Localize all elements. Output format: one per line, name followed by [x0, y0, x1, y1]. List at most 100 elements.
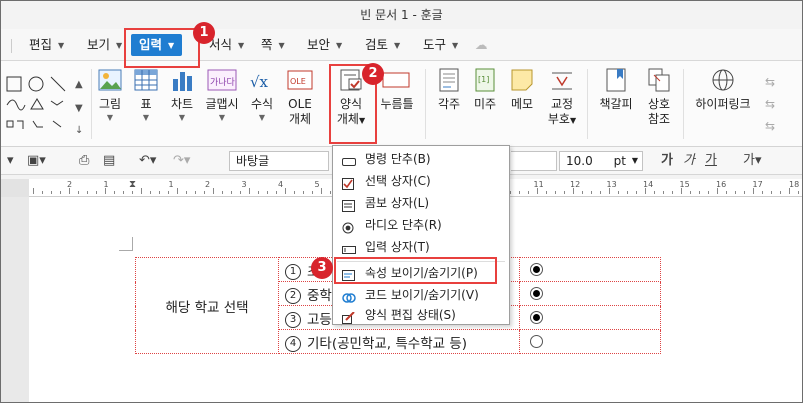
ruler-number: 11	[533, 180, 544, 189]
insert-equation-button[interactable]: √x 수식 ▼	[247, 67, 277, 124]
radio-button[interactable]	[530, 311, 543, 324]
ruler-number: 17	[752, 180, 763, 189]
footnote-button[interactable]: 각주	[433, 67, 465, 112]
menu-format[interactable]: 서식 ▼	[209, 34, 244, 56]
insert-table-label: 표	[140, 97, 152, 111]
input-box-icon	[342, 241, 356, 254]
save-icon[interactable]: ▣▾	[27, 153, 46, 169]
ruler-tick	[591, 191, 592, 194]
menu-item-command-button[interactable]: 명령 단추(B)	[333, 148, 509, 170]
cloud-icon[interactable]: ☁	[475, 34, 488, 56]
chevron-down-icon: ▼	[58, 40, 65, 50]
ruler-number: 12	[570, 180, 581, 189]
ruler-tick	[321, 188, 322, 194]
shapes-gallery[interactable]: ▲ ▼ ↓	[5, 75, 85, 139]
proofreading-label: 교정	[550, 97, 574, 111]
ruler-tick	[123, 191, 124, 194]
hyperlink-label: 하이퍼링크	[695, 97, 751, 111]
insert-chart-button[interactable]: 차트 ▼	[166, 67, 198, 124]
menu-page[interactable]: 쪽 ▼	[261, 34, 285, 56]
menu-item-checkbox[interactable]: 선택 상자(C)	[333, 170, 509, 192]
button-field-icon	[381, 67, 413, 93]
bold-button[interactable]: 가	[661, 153, 673, 169]
ruler-number: 4	[278, 180, 284, 189]
insert-table-button[interactable]: 표 ▼	[131, 67, 161, 124]
redo-icon[interactable]: ↷▾	[173, 153, 190, 169]
highlight-properties-item	[334, 257, 497, 284]
ole-icon-text: OLE	[290, 77, 306, 86]
insert-textart-button[interactable]: 가나다 글맵시 ▼	[204, 67, 240, 124]
ruler-tick	[114, 191, 115, 194]
ruler-tick	[249, 188, 250, 194]
ruler-tick	[645, 188, 646, 194]
menu-item-label: 코드 보이기/숨기기(V)	[365, 288, 479, 302]
menu-item-combo-box[interactable]: 콤보 상자(L)	[333, 192, 509, 214]
ribbon-separator	[425, 69, 426, 139]
menu-tools[interactable]: 도구 ▼	[423, 34, 458, 56]
cross-reference-label-2: 참조	[647, 112, 671, 126]
svg-text:↓: ↓	[75, 125, 83, 136]
endnote-button[interactable]: [1] 미주	[469, 67, 501, 112]
menu-item-form-edit-mode[interactable]: 양식 편집 상태(S)	[333, 304, 509, 326]
chevron-down-icon: ▼	[218, 113, 226, 122]
indent-marker-icon[interactable]: ⧗	[129, 179, 136, 190]
menu-edit[interactable]: 편집 ▼	[29, 34, 64, 56]
radio-button[interactable]	[530, 263, 543, 276]
ruler-tick	[168, 191, 169, 194]
menu-item-radio-button[interactable]: 라디오 단추(R)	[333, 214, 509, 236]
memo-icon	[509, 67, 535, 93]
window-title: 빈 문서 1 - 훈글	[1, 1, 802, 29]
insert-ole-button[interactable]: OLE OLE 개체	[283, 67, 317, 127]
chevron-down-icon: ▼	[394, 40, 401, 50]
proofreading-button[interactable]: 교정 부호▼	[543, 67, 581, 128]
checkbox-icon	[342, 175, 356, 190]
menu-security-label: 보안	[307, 37, 331, 52]
radio-button[interactable]	[530, 287, 543, 300]
ruler-tick	[717, 188, 718, 194]
radio-button[interactable]	[530, 335, 543, 348]
equation-icon: √x	[249, 67, 275, 93]
font-select-tail[interactable]: ▾	[511, 151, 557, 171]
ribbon-separator	[91, 69, 92, 139]
ruler-tick	[177, 188, 178, 194]
italic-button[interactable]: 가	[683, 153, 695, 169]
ruler-tick	[753, 188, 754, 194]
menu-security[interactable]: 보안 ▼	[307, 34, 342, 56]
menu-item-label: 입력 상자(T)	[365, 240, 430, 254]
ruler-tick	[636, 191, 637, 194]
preview-icon[interactable]: ▤	[103, 153, 115, 169]
ruler-tick	[510, 191, 511, 194]
insert-ole-label: OLE	[288, 97, 312, 111]
ruler-tick	[303, 191, 304, 194]
memo-button[interactable]: 메모	[506, 67, 538, 112]
underline-button[interactable]: 가	[705, 153, 717, 169]
cross-reference-button[interactable]: 상호 참조	[642, 67, 676, 127]
option-cell: 4 기타(공민학교, 특수학교 등)	[278, 329, 520, 354]
ruler-tick	[330, 191, 331, 194]
dropdown-icon[interactable]: ▾	[7, 153, 14, 169]
insert-image-button[interactable]: 그림 ▼	[95, 67, 125, 124]
chevron-down-icon: ▼	[336, 40, 343, 50]
ruler-tick	[780, 191, 781, 194]
style-select[interactable]: 바탕글	[229, 151, 329, 171]
undo-icon[interactable]: ↶▾	[139, 153, 156, 169]
endnote-label: 미주	[473, 97, 497, 111]
font-size-input[interactable]: 10.0 pt ▼	[559, 151, 643, 171]
ruler-tick	[231, 191, 232, 194]
menu-view[interactable]: 보기 ▼	[87, 34, 122, 56]
form-edit-icon	[342, 309, 356, 324]
chevron-down-icon: ▼	[106, 113, 114, 122]
link-icons: ⇆ ⇆ ⇆	[765, 75, 776, 133]
font-color-button[interactable]: 가▾	[743, 153, 762, 169]
print-icon[interactable]: ⎙	[79, 153, 89, 169]
insert-chart-label: 차트	[170, 97, 194, 111]
bookmark-button[interactable]: 책갈피	[595, 67, 637, 112]
menu-item-toggle-code[interactable]: 코드 보이기/숨기기(V)	[333, 284, 509, 306]
menu-item-input-box[interactable]: 입력 상자(T)	[333, 236, 509, 258]
radio-button-icon	[342, 219, 356, 234]
textart-icon: 가나다	[207, 67, 237, 93]
menu-view-label: 보기	[87, 37, 111, 52]
hyperlink-button[interactable]: 하이퍼링크	[691, 67, 755, 112]
chevron-down-icon: ▼	[569, 116, 577, 125]
menu-review[interactable]: 검토 ▼	[365, 34, 400, 56]
